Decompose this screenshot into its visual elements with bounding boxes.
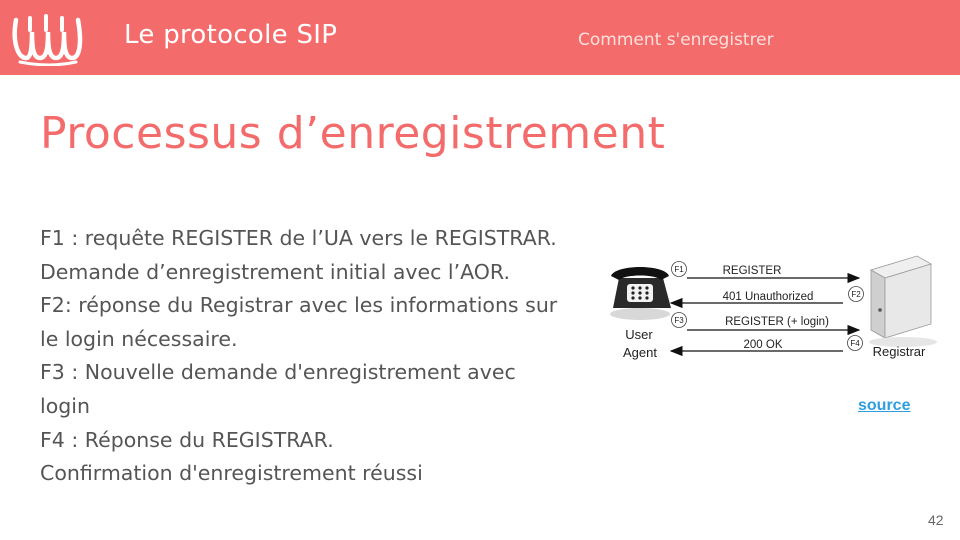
svg-text:F2: F2 — [851, 290, 861, 299]
section-label: Comment s'enregistrer — [578, 30, 774, 50]
body-line: login — [40, 393, 90, 418]
page-number: 42 — [928, 512, 944, 528]
sip-registration-diagram: F1 F2 F3 F4 REGISTER 401 Unauthorized RE… — [610, 255, 937, 360]
step-badge-f3: F3 — [671, 312, 687, 328]
message-label: 401 Unauthorized — [723, 291, 814, 303]
registrar-label: Registrar — [873, 344, 926, 359]
svg-text:F1: F1 — [674, 265, 684, 274]
user-agent-label-line: Agent — [623, 345, 657, 360]
app-title: Le protocole SIP — [124, 20, 338, 50]
body-line: F1 : requête REGISTER de l’UA vers le RE… — [40, 226, 557, 250]
body-line: F3 : Nouvelle demande d'enregistrement a… — [40, 360, 516, 385]
step-badge-f4: F4 — [847, 335, 863, 351]
body-line: Confirmation d'enregistrement réussi — [40, 461, 423, 486]
body-text: F1 : requête REGISTER de l’UA vers le RE… — [40, 222, 610, 491]
wavy-logo-icon — [12, 14, 83, 66]
message-label: REGISTER (+ login) — [725, 316, 829, 328]
telephone-icon — [610, 267, 671, 320]
step-badge-f1: F1 — [671, 261, 687, 277]
message-label: 200 OK — [744, 339, 783, 351]
body-line: le login nécessaire. — [40, 326, 238, 351]
svg-text:F3: F3 — [674, 316, 684, 325]
body-line: F2: réponse du Registrar avec les inform… — [40, 293, 558, 318]
message-label: REGISTER — [723, 265, 782, 277]
user-agent-label-line: User — [625, 327, 653, 342]
step-badge-f2: F2 — [848, 286, 864, 302]
slide-title: Processus d’enregistrement — [40, 108, 666, 159]
header-bar: Le protocole SIP Comment s'enregistrer — [0, 0, 960, 75]
body-line: Demande d’enregistrement initial avec l’… — [40, 259, 510, 284]
svg-text:F4: F4 — [850, 339, 860, 348]
body-line: F4 : Réponse du REGISTRAR. — [40, 427, 334, 452]
source-link[interactable]: source — [858, 397, 910, 415]
